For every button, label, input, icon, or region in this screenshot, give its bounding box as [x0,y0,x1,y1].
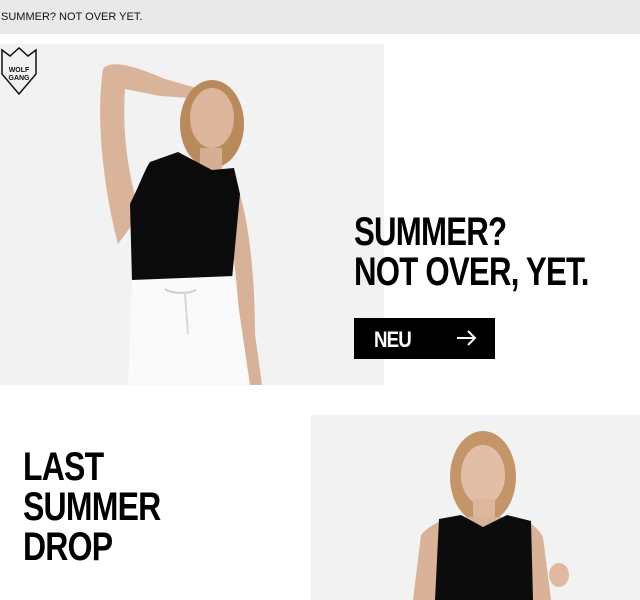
section2-photo-illustration [311,415,640,600]
hero-headline-line2: NOT OVER, YET. [354,250,589,294]
neu-button[interactable]: NEU [354,318,495,359]
logo-text-wolf: WOLF [9,67,30,74]
logo-text-gang: GANG [9,75,31,82]
arrow-right-icon [457,330,477,346]
hero-headline-line1: SUMMER? [354,210,507,254]
neu-button-label: NEU [374,327,412,352]
section2-photo-woman[interactable] [311,415,640,600]
wolf-logo-icon: WOLF GANG [1,46,37,96]
section2-headline-line1: LAST [23,445,104,489]
preheader-text: SUMMER? NOT OVER YET. [1,11,143,23]
section2-headline: LAST SUMMER DROP [23,445,161,569]
hero-photo-woman-black-top[interactable] [0,44,384,385]
section2-headline-line3: DROP [23,525,113,569]
hero-photo-illustration [0,44,384,385]
hero-headline: SUMMER? NOT OVER, YET. [354,212,589,292]
preheader-bar: SUMMER? NOT OVER YET. [0,0,640,34]
wolf-gang-logo[interactable]: WOLF GANG [0,44,38,96]
section2-headline-line2: SUMMER [23,485,161,529]
